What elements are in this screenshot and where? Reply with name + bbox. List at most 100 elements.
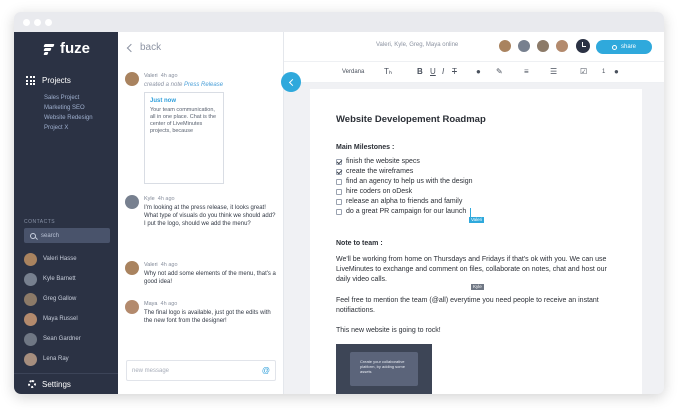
- note-link[interactable]: Press Release: [184, 82, 223, 88]
- contact-name: Sean Gardner: [43, 336, 81, 342]
- avatar: [24, 332, 37, 346]
- checklist-item: release an alpha to friends and family: [336, 197, 616, 207]
- image-caption: Create your collaborative platform, by a…: [360, 359, 405, 374]
- message-author: Kyle: [144, 196, 155, 202]
- font-select[interactable]: Verdana: [342, 69, 364, 75]
- contact-search-input[interactable]: search: [24, 228, 110, 243]
- avatar: [125, 195, 139, 209]
- message-time: 4h ago: [160, 73, 178, 79]
- milestones-heading: Main Milestones :: [336, 144, 395, 151]
- checklist-text: find an agency to help us with the desig…: [346, 178, 473, 185]
- window-dot-icon[interactable]: [23, 19, 30, 26]
- checklist-text: finish the website specs: [346, 158, 420, 165]
- strikethrough-button[interactable]: T: [452, 67, 457, 76]
- checklist-item: do a great PR campaign for our launch: [336, 207, 616, 217]
- message-time: 4h ago: [160, 301, 178, 307]
- underline-button[interactable]: U: [430, 67, 436, 76]
- window-dot-icon[interactable]: [34, 19, 41, 26]
- bold-button[interactable]: B: [417, 67, 423, 76]
- align-icon[interactable]: ≡: [524, 67, 529, 76]
- avatar: [125, 72, 139, 86]
- settings-button[interactable]: Settings: [14, 373, 118, 394]
- message-time: 4h ago: [160, 262, 178, 268]
- message-meta: created a note: [144, 82, 183, 88]
- message-text: Why not add some elements of the menu, t…: [144, 271, 276, 285]
- avatar[interactable]: [498, 39, 512, 53]
- avatar: [24, 312, 37, 326]
- document-title[interactable]: Website Developement Roadmap: [336, 115, 616, 125]
- embedded-image[interactable]: Create your collaborative platform, by a…: [336, 344, 432, 394]
- avatar[interactable]: [536, 39, 550, 53]
- avatar: [125, 261, 139, 275]
- share-button[interactable]: share: [596, 40, 652, 54]
- message-input-placeholder: new message: [132, 367, 170, 374]
- collaborator-count: 1: [602, 69, 606, 75]
- chevron-left-icon: [126, 43, 136, 52]
- formatting-toolbar: Verdana Tₕ B U I T ● ✎ ≡ ☰ ☑ 1 ●: [284, 61, 664, 83]
- highlight-icon[interactable]: ✎: [496, 67, 503, 76]
- clock-icon[interactable]: [576, 39, 590, 53]
- avatar[interactable]: [555, 39, 569, 53]
- checkbox-icon[interactable]: [336, 159, 342, 165]
- message-text: The final logo is available, just got th…: [144, 310, 271, 324]
- user-icon[interactable]: ●: [614, 67, 619, 76]
- chat-message: Valeri 4h ago created a note Press Relea…: [125, 72, 276, 184]
- message-input[interactable]: new message @: [126, 360, 276, 381]
- sidebar-item-sales-project[interactable]: Sales Project: [44, 93, 93, 103]
- italic-button[interactable]: I: [442, 67, 444, 76]
- checkbox-icon[interactable]: [336, 189, 342, 195]
- window-dot-icon[interactable]: [45, 19, 52, 26]
- brand-name: fuze: [60, 40, 90, 57]
- sidebar-item-project-x[interactable]: Project X: [44, 123, 93, 133]
- avatar[interactable]: [517, 39, 531, 53]
- contact-name: Lena Ray: [43, 356, 69, 362]
- collaborator-cursor-label: Valeri: [469, 217, 485, 224]
- contact-item[interactable]: Valeri Hasse: [24, 249, 81, 269]
- chat-message: Maya 4h ago The final logo is available,…: [125, 300, 276, 325]
- list-icon[interactable]: ☰: [550, 67, 557, 76]
- projects-header[interactable]: Projects: [26, 76, 71, 85]
- sidebar-item-marketing-seo[interactable]: Marketing SEO: [44, 103, 93, 113]
- back-button[interactable]: back: [126, 42, 161, 53]
- checkbox-icon[interactable]: [336, 199, 342, 205]
- chevron-left-icon: [288, 78, 296, 86]
- note-preview-title: Just now: [150, 98, 177, 104]
- avatar: [125, 300, 139, 314]
- brand-logo[interactable]: fuze: [42, 40, 90, 57]
- checklist-text: release an alpha to friends and family: [346, 198, 463, 205]
- collapse-chat-button[interactable]: [281, 72, 301, 92]
- contact-name: Greg Gallow: [43, 296, 77, 302]
- checklist-item: hire coders on oDesk: [336, 187, 616, 197]
- text-color-icon[interactable]: ●: [476, 67, 481, 76]
- message-time: 4h ago: [157, 196, 175, 202]
- avatar: [24, 292, 37, 306]
- contacts-label: CONTACTS: [24, 219, 56, 225]
- checkbox-icon[interactable]: [336, 169, 342, 175]
- fuze-logo-icon: [42, 42, 56, 56]
- contact-item[interactable]: Greg Gallow: [24, 289, 81, 309]
- checklist-text: hire coders on oDesk: [346, 188, 413, 195]
- search-icon: [30, 232, 36, 239]
- avatar: [24, 252, 37, 266]
- document-header: Valeri, Kyle, Greg, Maya online share: [284, 32, 664, 61]
- text-size-icon[interactable]: Tₕ: [384, 67, 392, 76]
- title-bar: [14, 12, 664, 32]
- sidebar-item-website-redesign[interactable]: Website Redesign: [44, 113, 93, 123]
- document-page[interactable]: Website Developement Roadmap Main Milest…: [310, 89, 642, 394]
- avatar: [24, 352, 37, 366]
- contact-item[interactable]: Sean Gardner: [24, 329, 81, 349]
- contact-item[interactable]: Lena Ray: [24, 349, 81, 369]
- note-preview-card[interactable]: Just now Your team communication, all in…: [144, 92, 224, 184]
- chat-message: Kyle 4h ago I'm looking at the press rel…: [125, 195, 276, 228]
- contact-item[interactable]: Kyle Barnett: [24, 269, 81, 289]
- at-icon[interactable]: @: [262, 366, 270, 375]
- projects-label: Projects: [42, 76, 71, 85]
- message-author: Valeri: [144, 73, 158, 79]
- settings-label: Settings: [42, 379, 71, 389]
- checkbox-icon[interactable]: [336, 179, 342, 185]
- contact-item[interactable]: Maya Russel: [24, 309, 81, 329]
- note-preview-text: Your team communication, all in one plac…: [150, 107, 217, 134]
- checkbox-list-icon[interactable]: ☑: [580, 67, 587, 76]
- paragraph: Feel free to mention the team (@all) eve…: [336, 297, 599, 314]
- checkbox-icon[interactable]: [336, 209, 342, 215]
